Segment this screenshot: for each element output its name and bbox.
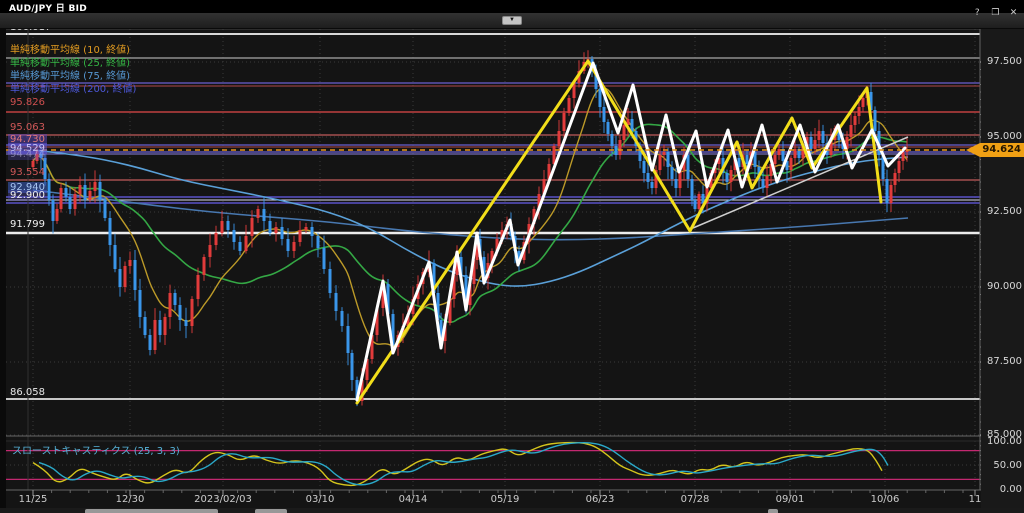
price-axis-tick: 95.000 [982,131,1022,142]
price-level-label: 95.063 [8,122,47,133]
legend-sma-3: 単純移動平均線 (200, 終値) [10,80,136,95]
close-icon[interactable]: ✕ [1007,7,1020,20]
restore-icon[interactable]: ❐ [989,7,1002,20]
chart-window: AUD/JPY 日 BID ? ❐ ✕ ▼ 単純移動平均線 (10, 終値)単純… [0,0,1024,513]
time-axis-tick: 06/23 [586,494,615,505]
toolbar-expand-button[interactable]: ▼ [502,16,522,25]
stochastic-axis-tick: 100.00 [982,436,1022,447]
price-level-label: 93.554 [8,167,47,178]
stochastic-indicator-label: スローストキャスティクス (25, 3, 3) [12,442,180,457]
time-axis-tick: 03/10 [306,494,335,505]
price-level-label: 95.826 [8,97,47,108]
price-level-label: 86.058 [8,387,47,398]
collapsed-toolbar: ▼ [0,13,1024,29]
window-title: AUD/JPY 日 BID [9,1,87,14]
chevron-down-icon: ▼ [509,17,515,23]
price-chart-canvas[interactable] [0,28,1024,513]
stochastic-axis-tick: 0.00 [982,484,1022,495]
time-axis-tick: 05/19 [491,494,520,505]
time-axis-tick: 11 [969,494,982,505]
price-axis-tick: 90.000 [982,281,1022,292]
bottom-edge [0,508,1024,513]
time-axis-tick: 10/06 [871,494,900,505]
time-axis-tick: 07/28 [681,494,710,505]
time-axis-tick: 12/30 [116,494,145,505]
left-gutter [0,28,6,513]
price-axis-tick: 87.500 [982,356,1022,367]
time-axis-tick: 2023/02/03 [194,494,252,505]
price-level-label: 92.900 [8,190,47,201]
price-level-label: 91.799 [8,219,47,230]
help-icon[interactable]: ? [971,7,984,20]
time-axis-tick: 11/25 [19,494,48,505]
window-controls: ? ❐ ✕ [971,0,1020,13]
background-window-fragment [255,509,287,513]
time-axis-tick: 09/01 [776,494,805,505]
price-axis-tick: 97.500 [982,56,1022,67]
time-axis-tick: 04/14 [399,494,428,505]
background-window-fragment [85,509,218,513]
stochastic-axis-tick: 50.00 [982,460,1022,471]
chart-area[interactable]: 単純移動平均線 (10, 終値)単純移動平均線 (25, 終値)単純移動平均線 … [0,28,1024,513]
horizontal-price-lines [6,34,980,399]
background-window-fragment [768,509,778,513]
titlebar[interactable]: AUD/JPY 日 BID ? ❐ ✕ [0,0,1024,13]
price-axis-tick: 92.500 [982,206,1022,217]
price-level-label: 94.474 [8,149,47,160]
